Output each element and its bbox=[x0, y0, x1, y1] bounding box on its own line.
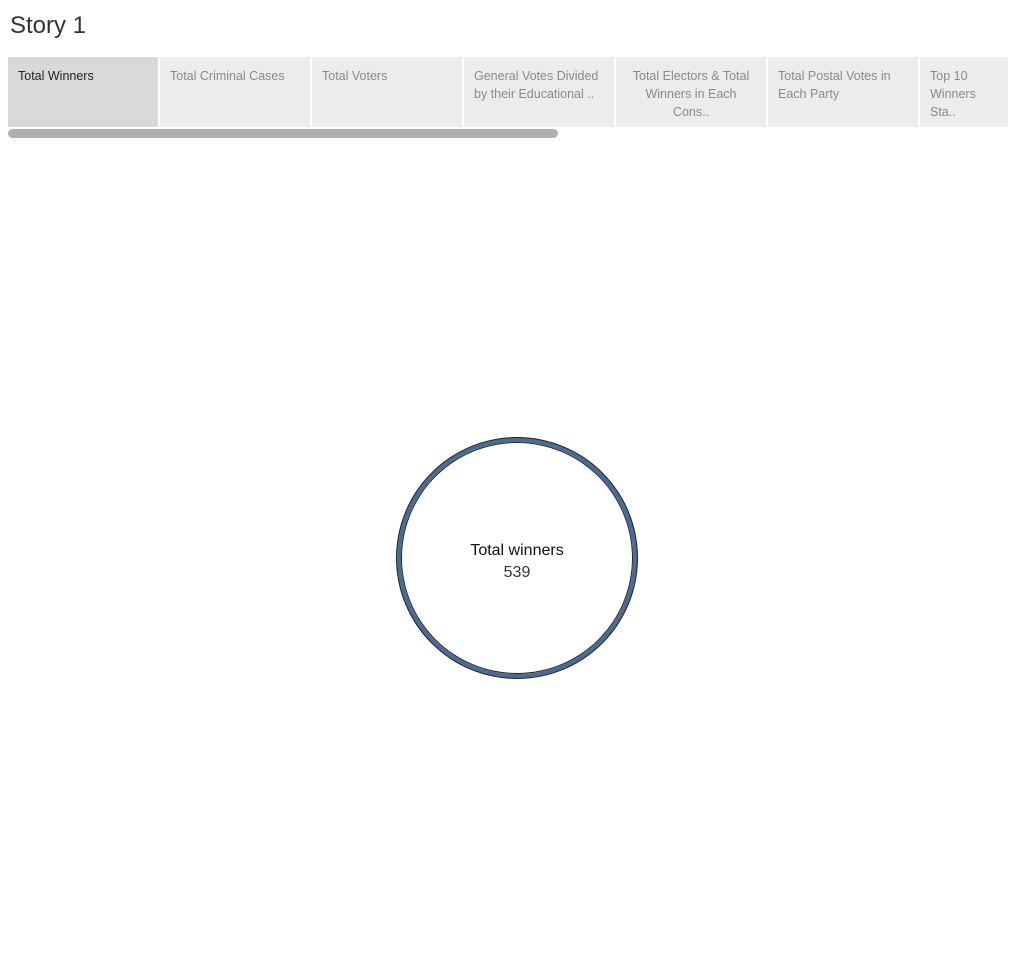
total-winners-kpi-circle: Total winners 539 bbox=[397, 438, 637, 678]
kpi-value: 539 bbox=[503, 564, 531, 581]
tab-total-postal-votes[interactable]: Total Postal Votes in Each Party bbox=[768, 57, 918, 127]
tab-general-votes-educational[interactable]: General Votes Divided by their Education… bbox=[464, 57, 614, 127]
tabs-scrollbar[interactable] bbox=[8, 129, 558, 138]
tab-top-10-winners[interactable]: Top 10 Winners Sta.. bbox=[920, 57, 1008, 127]
kpi-label: Total winners bbox=[470, 542, 564, 559]
story-tabs: Total Winners Total Criminal Cases Total… bbox=[8, 57, 1008, 127]
tab-total-voters[interactable]: Total Voters bbox=[312, 57, 462, 127]
tab-total-winners[interactable]: Total Winners bbox=[8, 57, 158, 127]
tab-total-electors-winners[interactable]: Total Electors & Total Winners in Each C… bbox=[616, 57, 766, 127]
story-title: Story 1 bbox=[10, 12, 87, 39]
tab-total-criminal-cases[interactable]: Total Criminal Cases bbox=[160, 57, 310, 127]
